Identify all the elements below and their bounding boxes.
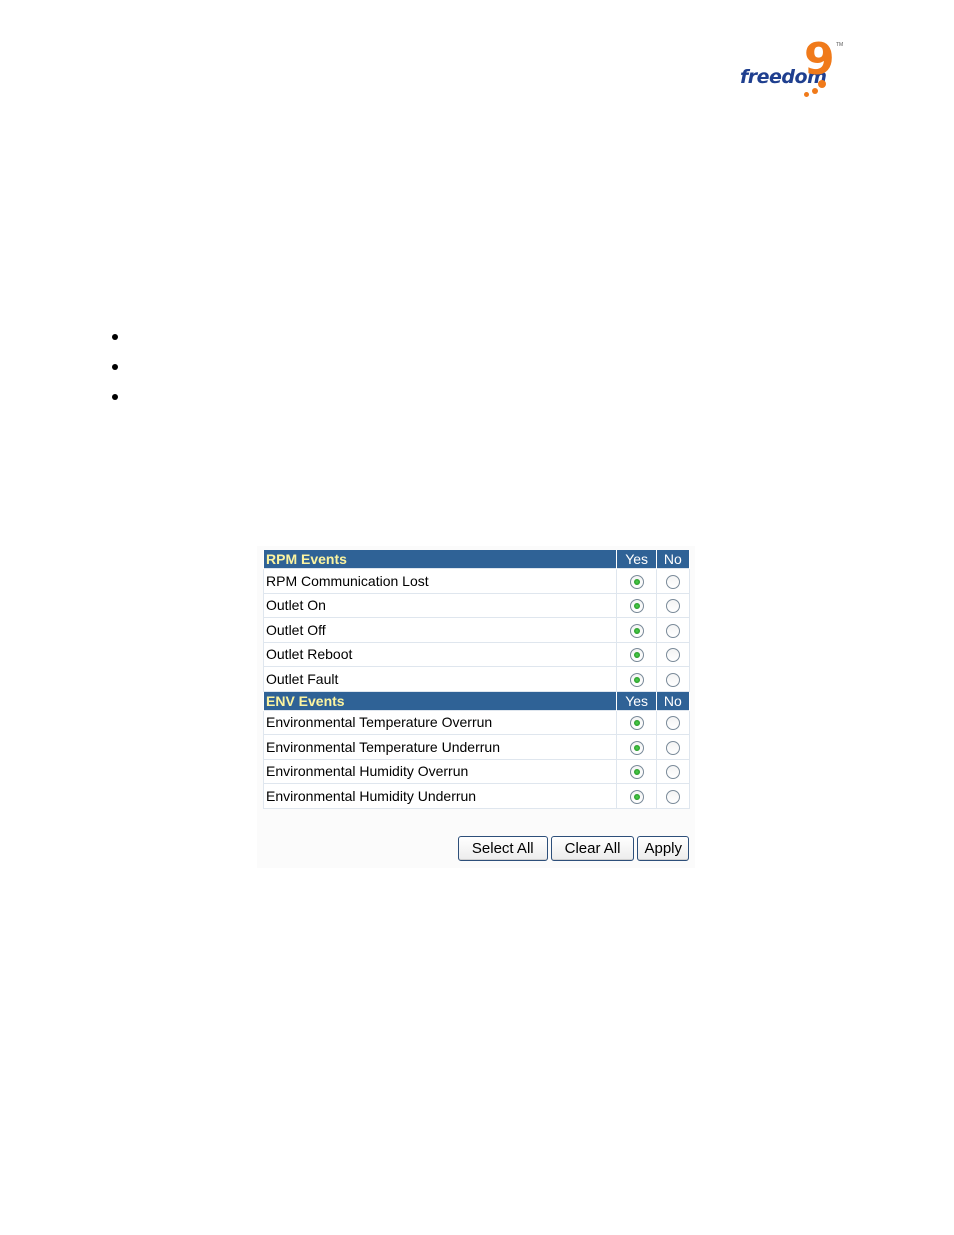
event-row: Environmental Temperature Underrun xyxy=(262,734,691,760)
yes-radio[interactable] xyxy=(629,672,644,687)
event-label: Environmental Humidity Overrun xyxy=(262,758,618,784)
no-radio[interactable] xyxy=(665,574,680,589)
no-radio[interactable] xyxy=(665,716,680,731)
event-row: Outlet Fault xyxy=(262,666,691,692)
clear-all-button[interactable]: Clear All xyxy=(550,836,635,861)
apply-button[interactable]: Apply xyxy=(637,836,689,861)
no-radio[interactable] xyxy=(665,648,680,663)
rpm-events-header: RPM Events Yes No xyxy=(262,550,691,569)
event-label: Environmental Temperature Underrun xyxy=(262,734,618,760)
yes-radio[interactable] xyxy=(629,789,644,804)
event-label: Outlet Fault xyxy=(262,666,618,692)
button-bar: Select All Clear All Apply xyxy=(457,836,689,861)
no-radio[interactable] xyxy=(665,765,680,780)
event-label: Outlet Reboot xyxy=(262,641,618,667)
env-events-header: ENV Events Yes No xyxy=(262,691,691,710)
event-row: Environmental Humidity Overrun xyxy=(262,758,691,784)
section-title: RPM Events xyxy=(262,550,618,569)
bullet-icon xyxy=(112,364,118,370)
logo-dot xyxy=(818,80,826,88)
select-all-button[interactable]: Select All xyxy=(457,836,548,861)
event-settings-panel: RPM Events Yes No RPM Communication Lost Out… xyxy=(257,546,695,868)
yes-radio[interactable] xyxy=(629,574,644,589)
bullet-icon xyxy=(112,394,118,400)
event-row: Outlet Off xyxy=(262,617,691,643)
yes-radio[interactable] xyxy=(629,740,644,755)
logo-trademark: TM xyxy=(836,42,844,48)
event-row: Environmental Humidity Underrun xyxy=(262,783,691,809)
yes-column-header: Yes xyxy=(616,550,657,569)
event-label: Outlet On xyxy=(262,592,618,618)
freedom9-logo: freedom 9 TM xyxy=(738,34,848,102)
bullet-icon xyxy=(112,334,118,340)
event-label: Outlet Off xyxy=(262,617,618,643)
yes-radio[interactable] xyxy=(629,623,644,638)
no-radio[interactable] xyxy=(665,672,680,687)
section-title: ENV Events xyxy=(262,691,618,710)
event-label: Environmental Temperature Overrun xyxy=(262,709,618,735)
event-row: Outlet On xyxy=(262,592,691,618)
no-radio[interactable] xyxy=(665,599,680,614)
logo-numeral: 9 xyxy=(804,34,835,85)
yes-radio[interactable] xyxy=(629,648,644,663)
yes-column-header: Yes xyxy=(616,691,657,710)
event-row: Environmental Temperature Overrun xyxy=(262,709,691,735)
no-column-header: No xyxy=(655,691,691,710)
event-label: RPM Communication Lost xyxy=(262,568,618,594)
events-table: RPM Events Yes No RPM Communication Lost Out… xyxy=(262,550,691,809)
event-row: Outlet Reboot xyxy=(262,641,691,667)
event-row: RPM Communication Lost xyxy=(262,568,691,594)
no-column-header: No xyxy=(655,550,691,569)
event-label: Environmental Humidity Underrun xyxy=(262,783,618,809)
no-radio[interactable] xyxy=(665,740,680,755)
logo-dot xyxy=(812,88,818,94)
no-radio[interactable] xyxy=(665,789,680,804)
yes-radio[interactable] xyxy=(629,599,644,614)
yes-radio[interactable] xyxy=(629,716,644,731)
logo-dot xyxy=(804,92,809,97)
yes-radio[interactable] xyxy=(629,765,644,780)
no-radio[interactable] xyxy=(665,623,680,638)
